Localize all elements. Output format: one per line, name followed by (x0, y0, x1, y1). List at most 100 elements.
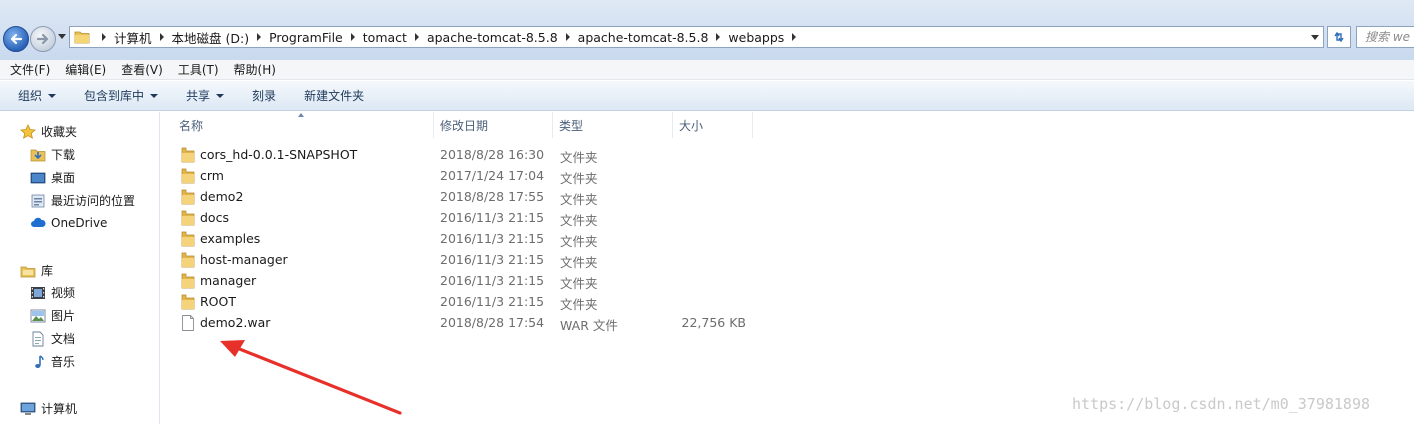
breadcrumb-separator[interactable] (102, 33, 106, 41)
file-name: examples (200, 231, 261, 246)
picture-icon (30, 308, 46, 324)
nav-favorites[interactable]: 收藏夹 (20, 123, 77, 140)
chevron-down-icon (216, 93, 225, 98)
forward-arrow-icon (36, 33, 49, 45)
menu-tools[interactable]: 工具(T) (178, 61, 219, 78)
new-folder-button[interactable]: 新建文件夹 (304, 87, 364, 104)
file-row[interactable]: manager 2016/11/3 21:15 文件夹 (175, 271, 775, 292)
folder-icon (181, 147, 195, 163)
column-name-label: 名称 (179, 118, 204, 133)
file-type: 文件夹 (560, 276, 598, 291)
nav-pictures[interactable]: 图片 (30, 307, 75, 324)
breadcrumb-separator[interactable] (792, 33, 797, 41)
folder-icon (74, 31, 90, 44)
document-icon (30, 331, 46, 347)
back-button[interactable] (3, 26, 29, 52)
file-type: WAR 文件 (560, 318, 618, 333)
breadcrumb-webapps[interactable]: webapps (728, 27, 784, 47)
music-note-icon (30, 354, 46, 370)
breadcrumb-tomact[interactable]: tomact (363, 27, 407, 47)
breadcrumb-separator[interactable] (350, 33, 355, 41)
nav-computer[interactable]: 计算机 (20, 400, 77, 417)
new-folder-label: 新建文件夹 (304, 89, 365, 103)
file-modified: 2016/11/3 21:15 (440, 231, 545, 246)
nav-libraries[interactable]: 库 (20, 262, 53, 279)
column-size-label: 大小 (679, 118, 704, 133)
file-row[interactable]: demo2 2018/8/28 17:55 文件夹 (175, 187, 775, 208)
file-type: 文件夹 (560, 150, 598, 165)
breadcrumb-separator[interactable] (414, 33, 419, 41)
menu-view[interactable]: 查看(V) (121, 61, 163, 78)
file-type: 文件夹 (560, 213, 598, 228)
column-header-modified[interactable]: 修改日期 (434, 112, 553, 138)
file-size: 22,756 KB (681, 315, 746, 330)
nav-libraries-label: 库 (41, 264, 54, 278)
file-name: demo2.war (200, 315, 271, 330)
file-row[interactable]: docs 2016/11/3 21:15 文件夹 (175, 208, 775, 229)
breadcrumb-separator[interactable] (716, 33, 721, 41)
file-row[interactable]: crm 2017/1/24 17:04 文件夹 (175, 166, 775, 187)
include-in-library-button[interactable]: 包含到库中 (84, 87, 159, 104)
recent-pages-dropdown[interactable] (58, 34, 66, 39)
refresh-button[interactable] (1327, 26, 1351, 48)
breadcrumb-programfile[interactable]: ProgramFile (269, 27, 343, 47)
breadcrumb-computer[interactable]: 计算机 (114, 27, 152, 47)
nav-downloads[interactable]: 下载 (30, 146, 75, 163)
breadcrumb-separator[interactable] (159, 33, 164, 41)
file-row[interactable]: cors_hd-0.0.1-SNAPSHOT 2018/8/28 16:30 文… (175, 145, 775, 166)
nav-documents-label: 文档 (51, 332, 76, 346)
computer-icon (20, 401, 36, 417)
file-name: demo2 (200, 189, 244, 204)
file-row[interactable]: demo2.war 2018/8/28 17:54 WAR 文件 22,756 … (175, 313, 775, 334)
breadcrumb-tomcat-inner[interactable]: apache-tomcat-8.5.8 (578, 27, 709, 47)
nav-computer-label: 计算机 (41, 402, 78, 416)
breadcrumb-tomcat-outer[interactable]: apache-tomcat-8.5.8 (427, 27, 558, 47)
breadcrumb-local-disk[interactable]: 本地磁盘 (D:) (172, 27, 250, 47)
address-field[interactable]: 计算机 本地磁盘 (D:) ProgramFile tomact apache-… (69, 26, 1324, 48)
share-button[interactable]: 共享 (186, 87, 225, 104)
organize-button[interactable]: 组织 (18, 87, 57, 104)
menu-bar: 文件(F) 编辑(E) 查看(V) 工具(T) 帮助(H) (0, 60, 1414, 80)
nav-downloads-label: 下载 (51, 148, 76, 162)
file-icon (182, 315, 194, 331)
file-name: docs (200, 210, 229, 225)
folder-icon (181, 231, 195, 247)
nav-music[interactable]: 音乐 (30, 353, 75, 370)
nav-documents[interactable]: 文档 (30, 330, 75, 347)
column-header-size[interactable]: 大小 (673, 112, 753, 138)
menu-help[interactable]: 帮助(H) (234, 61, 276, 78)
file-modified: 2018/8/28 16:30 (440, 147, 545, 162)
cloud-icon (30, 215, 46, 231)
recent-places-icon (30, 193, 46, 209)
folder-icon (181, 273, 195, 289)
nav-desktop[interactable]: 桌面 (30, 169, 75, 186)
menu-edit[interactable]: 编辑(E) (65, 61, 106, 78)
file-modified: 2016/11/3 21:15 (440, 294, 545, 309)
nav-recent-places[interactable]: 最近访问的位置 (30, 192, 135, 209)
column-header-type[interactable]: 类型 (553, 112, 673, 138)
share-label: 共享 (186, 89, 211, 103)
forward-button[interactable] (30, 26, 56, 52)
file-modified: 2016/11/3 21:15 (440, 252, 545, 267)
breadcrumb-separator[interactable] (565, 33, 570, 41)
column-type-label: 类型 (559, 118, 584, 133)
nav-videos[interactable]: 视频 (30, 284, 75, 301)
nav-onedrive-label: OneDrive (51, 216, 108, 230)
annotation-arrow-icon (220, 340, 402, 415)
nav-desktop-label: 桌面 (51, 171, 76, 185)
file-row[interactable]: examples 2016/11/3 21:15 文件夹 (175, 229, 775, 250)
watermark-url: https://blog.csdn.net/m0_37981898 (1072, 395, 1371, 413)
address-history-dropdown[interactable] (1311, 35, 1319, 40)
refresh-icon (1334, 31, 1344, 43)
breadcrumb-separator[interactable] (257, 33, 262, 41)
menu-file[interactable]: 文件(F) (10, 61, 50, 78)
search-input[interactable]: 搜索 we (1356, 26, 1414, 48)
desktop-icon (30, 170, 46, 186)
file-row[interactable]: host-manager 2016/11/3 21:15 文件夹 (175, 250, 775, 271)
folder-icon (181, 252, 195, 268)
nav-onedrive[interactable]: OneDrive (30, 215, 107, 231)
file-row[interactable]: ROOT 2016/11/3 21:15 文件夹 (175, 292, 775, 313)
file-modified: 2016/11/3 21:15 (440, 273, 545, 288)
nav-favorites-label: 收藏夹 (41, 125, 78, 139)
burn-button[interactable]: 刻录 (252, 87, 276, 104)
